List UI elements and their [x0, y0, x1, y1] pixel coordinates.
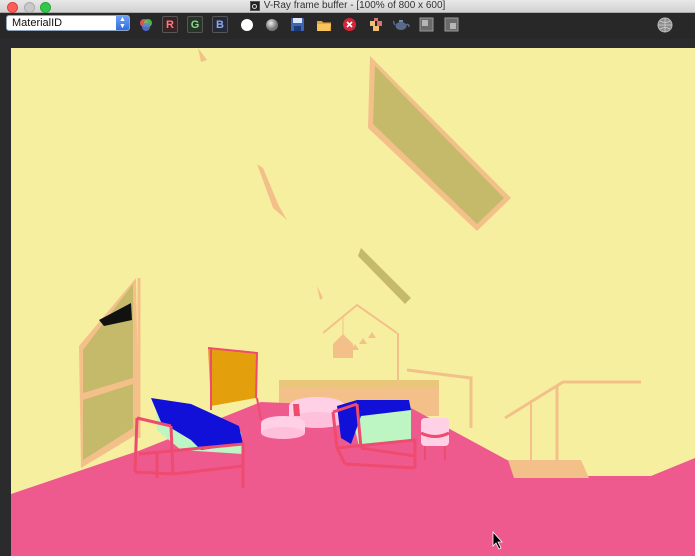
title-bar: V-Ray frame buffer - [100% of 800 x 600] — [0, 0, 695, 13]
clear-image-button[interactable] — [341, 16, 358, 33]
material-id-render — [11, 48, 695, 556]
red-channel-button[interactable]: R — [162, 16, 178, 33]
render-channel-value: MaterialID — [12, 17, 63, 29]
render-teapot-icon — [393, 20, 410, 30]
blue-channel-button[interactable]: B — [212, 16, 228, 33]
cup — [293, 404, 300, 416]
save-icon — [291, 18, 304, 31]
vray-app-icon — [249, 1, 260, 11]
compare-a-icon — [419, 17, 434, 32]
stair-step — [508, 460, 589, 478]
color-correction-icon — [139, 18, 152, 31]
render-viewport[interactable] — [11, 48, 695, 556]
stool — [421, 418, 449, 446]
compare-b-button[interactable] — [443, 16, 460, 33]
vray-globe-button[interactable] — [656, 16, 673, 33]
white-display-button[interactable] — [238, 16, 255, 33]
render-channel-select[interactable]: MaterialID ▲ ▼ — [6, 15, 130, 31]
render-button[interactable] — [393, 16, 410, 33]
clear-image-icon — [343, 18, 356, 31]
select-arrows-icon: ▲ ▼ — [116, 16, 129, 30]
globe-icon — [657, 17, 672, 32]
compare-a-button[interactable] — [418, 16, 435, 33]
toolbar: MaterialID ▲ ▼ R G B — [0, 13, 695, 39]
region-render-icon — [369, 17, 382, 31]
load-image-button[interactable] — [315, 16, 332, 33]
green-channel-button[interactable]: G — [187, 16, 203, 33]
window-title: V-Ray frame buffer - [100% of 800 x 600] — [263, 0, 446, 11]
save-image-button[interactable] — [289, 16, 306, 33]
gray-circle-icon — [265, 18, 278, 31]
white-circle-icon — [240, 18, 253, 31]
mono-display-button[interactable] — [263, 16, 280, 33]
compare-b-icon — [444, 17, 459, 32]
orange-chair-back — [208, 348, 257, 406]
open-folder-icon — [316, 20, 331, 31]
region-render-button[interactable] — [367, 16, 384, 33]
color-correction-button[interactable] — [137, 16, 154, 33]
